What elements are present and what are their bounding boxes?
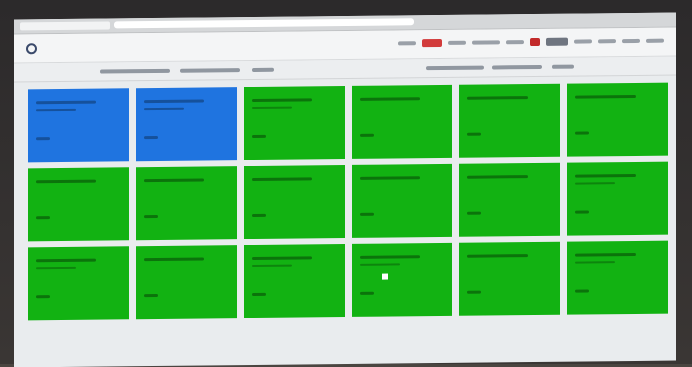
status-tile[interactable]: [351, 163, 453, 238]
nav-item[interactable]: [598, 39, 616, 44]
address-bar[interactable]: [114, 18, 414, 29]
status-tile[interactable]: [459, 162, 561, 237]
breadcrumb-item[interactable]: [100, 68, 170, 74]
status-badge[interactable]: [546, 37, 568, 46]
breadcrumb-item[interactable]: [180, 68, 240, 73]
mouse-cursor-icon: [381, 273, 388, 280]
status-tile[interactable]: [135, 87, 237, 162]
nav-item[interactable]: [472, 40, 500, 45]
status-tile[interactable]: [28, 246, 129, 321]
screen: [14, 12, 676, 367]
status-grid: [28, 82, 668, 321]
logo-icon: [26, 43, 37, 55]
alert-badge[interactable]: [530, 37, 540, 47]
nav-item[interactable]: [506, 40, 524, 45]
breadcrumb-item[interactable]: [252, 67, 274, 72]
status-tile[interactable]: [459, 241, 561, 316]
status-tile[interactable]: [243, 165, 345, 240]
status-tile[interactable]: [567, 82, 668, 157]
nav-item[interactable]: [646, 38, 664, 43]
status-tile[interactable]: [351, 242, 453, 317]
nav-item[interactable]: [398, 41, 416, 46]
status-tile[interactable]: [28, 88, 129, 163]
status-tile[interactable]: [567, 161, 668, 236]
status-tile[interactable]: [243, 244, 345, 319]
status-tile[interactable]: [28, 167, 129, 242]
status-tile[interactable]: [243, 86, 345, 161]
status-tile[interactable]: [567, 240, 668, 315]
status-tile[interactable]: [459, 83, 561, 158]
browser-tab[interactable]: [20, 21, 110, 31]
nav-item[interactable]: [448, 40, 466, 45]
filter-item[interactable]: [492, 64, 542, 70]
filter-item[interactable]: [552, 64, 574, 69]
status-tile[interactable]: [135, 245, 237, 320]
nav-item[interactable]: [622, 38, 640, 44]
top-nav: [398, 37, 664, 48]
alert-badge[interactable]: [422, 38, 442, 48]
filter-item[interactable]: [426, 65, 484, 71]
status-tile[interactable]: [135, 166, 237, 241]
status-tile[interactable]: [351, 84, 453, 159]
nav-item[interactable]: [574, 39, 592, 44]
